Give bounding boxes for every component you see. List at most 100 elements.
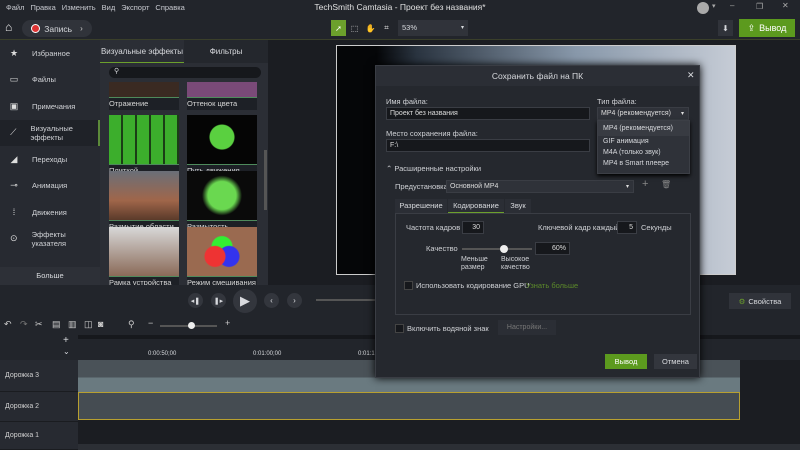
previous-icon[interactable]: ‹ (264, 293, 279, 308)
timeline-scrollbar[interactable] (78, 444, 800, 450)
record-button[interactable]: Запись › (22, 20, 92, 37)
cut-icon[interactable]: ✂ (35, 319, 43, 330)
effect-tile[interactable]: Плиткой (109, 115, 179, 177)
effect-reflection[interactable]: Отражение (109, 82, 179, 110)
close-icon[interactable]: ✕ (687, 70, 695, 81)
effect-motion-path[interactable]: Путь движения (187, 115, 257, 177)
export-ok-button[interactable]: Вывод (605, 354, 647, 369)
restore-button[interactable]: ❐ (756, 2, 763, 11)
zoom-icon[interactable]: ⚲ (128, 319, 135, 330)
encoding-panel: Частота кадров 30 Ключевой кадр каждый 5… (395, 213, 691, 315)
sidebar-item-label: Эффекты указателя (32, 230, 100, 248)
quality-slider[interactable] (462, 248, 532, 250)
sidebar-item-annotations[interactable]: ▣Примечания (0, 93, 100, 120)
step-back-icon[interactable]: ◂❚ (188, 293, 203, 308)
tab-resolution[interactable]: Разрешение (395, 199, 447, 213)
sidebar-item-behaviors[interactable]: ⁞Движения (0, 199, 100, 226)
learn-more-link[interactable]: Узнать больше (526, 281, 578, 290)
sidebar-item-transitions[interactable]: ◢Переходы (0, 146, 100, 173)
export-button[interactable]: ⇪Вывод (739, 19, 795, 37)
effect-colorize[interactable]: Оттенок цвета (187, 82, 257, 110)
watermark-checkbox[interactable] (395, 324, 404, 333)
add-track-icon[interactable]: + (63, 335, 69, 346)
download-icon[interactable]: ⬇ (718, 20, 733, 36)
properties-button[interactable]: ⚙Свойства (729, 293, 791, 309)
file-type-option[interactable]: M4A (только звук) (598, 147, 689, 158)
dialog-title: Сохранить файл на ПК (376, 66, 699, 86)
paste-icon[interactable]: ▥ (68, 319, 77, 330)
file-type-option[interactable]: MP4 в Smart плеере (598, 158, 689, 169)
location-input[interactable]: F:\ (386, 139, 590, 152)
step-forward-icon[interactable]: ❚▸ (211, 293, 226, 308)
slider-thumb[interactable] (188, 322, 195, 329)
sidebar-item-animations[interactable]: ⊸Анимация (0, 173, 100, 200)
sidebar-item-cursor-effects[interactable]: ⊙Эффекты указателя (0, 226, 100, 253)
effect-blur[interactable]: Размытость (187, 171, 257, 233)
preset-select[interactable]: Основной MP4▾ (446, 180, 634, 193)
track-controls: + ⌄ (0, 335, 78, 360)
snapshot-icon[interactable]: ◙ (98, 319, 103, 329)
undo-icon[interactable]: ↶ (4, 319, 12, 330)
crop-icon[interactable]: ⌗ (379, 20, 394, 36)
watermark-settings-button[interactable]: Настройки... (498, 320, 556, 335)
file-type-select[interactable]: MP4 (рекомендуется)▾ (597, 107, 689, 120)
timeline-zoom-slider[interactable] (160, 325, 217, 327)
sidebar-item-files[interactable]: ▭Файлы (0, 67, 100, 94)
collapse-icon[interactable]: ⌄ (63, 347, 70, 356)
sidebar: ★Избранное ▭Файлы ▣Примечания ⟋Визуальны… (0, 40, 100, 285)
play-icon[interactable]: ▶ (233, 289, 257, 313)
advanced-label: Расширенные настройки (394, 164, 481, 173)
next-icon[interactable]: › (287, 293, 302, 308)
edit-points-icon[interactable]: ⬚ (347, 20, 362, 36)
keyframe-input[interactable]: 5 (617, 221, 637, 234)
gpu-checkbox[interactable] (404, 281, 413, 290)
trash-icon[interactable]: 🗑 (661, 180, 671, 189)
search-input[interactable]: ⚲ (109, 67, 261, 78)
file-name-input[interactable]: Проект без названия (386, 107, 590, 120)
split-icon[interactable]: ◫ (84, 319, 93, 330)
copy-icon[interactable]: ▤ (52, 319, 61, 330)
track-header-3[interactable]: Дорожка 3 (0, 360, 78, 392)
effect-blend-mode[interactable]: Режим смешивания (187, 227, 257, 289)
sidebar-item-visual-effects[interactable]: ⟋Визуальные эффекты (0, 120, 100, 147)
cancel-button[interactable]: Отмена (654, 354, 697, 369)
tab-visual-effects[interactable]: Визуальные эффекты (100, 40, 184, 63)
quality-input[interactable]: 60% (535, 242, 570, 255)
avatar[interactable] (697, 2, 709, 14)
file-type-option[interactable]: GIF анимация (598, 136, 689, 147)
framerate-label: Частота кадров (406, 223, 460, 232)
minimize-button[interactable]: – (730, 1, 734, 10)
panel-scrollbar[interactable] (264, 150, 267, 210)
zoom-out-button[interactable]: − (148, 318, 153, 328)
close-button[interactable]: ✕ (782, 1, 789, 10)
tab-filters[interactable]: Фильтры (184, 40, 268, 63)
effect-device-frame[interactable]: Рамка устройства (109, 227, 179, 289)
file-type-dropdown: MP4 (рекомендуется) GIF анимация M4A (то… (597, 120, 690, 174)
file-type-option[interactable]: MP4 (рекомендуется) (598, 121, 689, 136)
record-label: Запись (44, 24, 72, 34)
add-preset-icon[interactable]: + (642, 178, 648, 190)
select-tool-icon[interactable]: ➚ (331, 20, 346, 36)
annotation-icon: ▣ (8, 101, 20, 112)
sidebar-item-favorites[interactable]: ★Избранное (0, 40, 100, 67)
ruler-tick: 0:01:00;00 (253, 351, 281, 357)
effects-panel: Визуальные эффекты Фильтры ⚲ Отражение О… (100, 40, 268, 285)
chevron-down-icon[interactable]: ▾ (712, 2, 716, 10)
pan-hand-icon[interactable]: ✋ (363, 20, 378, 36)
zoom-select[interactable]: 53%▾ (398, 20, 468, 36)
track-header-1[interactable]: Дорожка 1 (0, 422, 78, 450)
track-header-2[interactable]: Дорожка 2 (0, 392, 78, 422)
advanced-toggle[interactable]: ⌃ Расширенные настройки (386, 164, 481, 173)
tab-audio[interactable]: Звук (505, 199, 531, 213)
scrub-bar[interactable] (316, 299, 376, 301)
home-icon[interactable]: ⌂ (5, 20, 12, 34)
wand-icon: ⟋ (8, 127, 19, 138)
redo-icon[interactable]: ↷ (20, 319, 28, 330)
video-clip[interactable] (78, 392, 740, 420)
framerate-input[interactable]: 30 (462, 221, 484, 234)
zoom-in-button[interactable]: + (225, 318, 230, 328)
quality-slider-thumb[interactable] (500, 245, 508, 253)
tab-encoding[interactable]: Кодирование (448, 199, 504, 213)
more-button[interactable]: Больше (0, 267, 100, 285)
effect-blur-region[interactable]: Размытие области (109, 171, 179, 233)
